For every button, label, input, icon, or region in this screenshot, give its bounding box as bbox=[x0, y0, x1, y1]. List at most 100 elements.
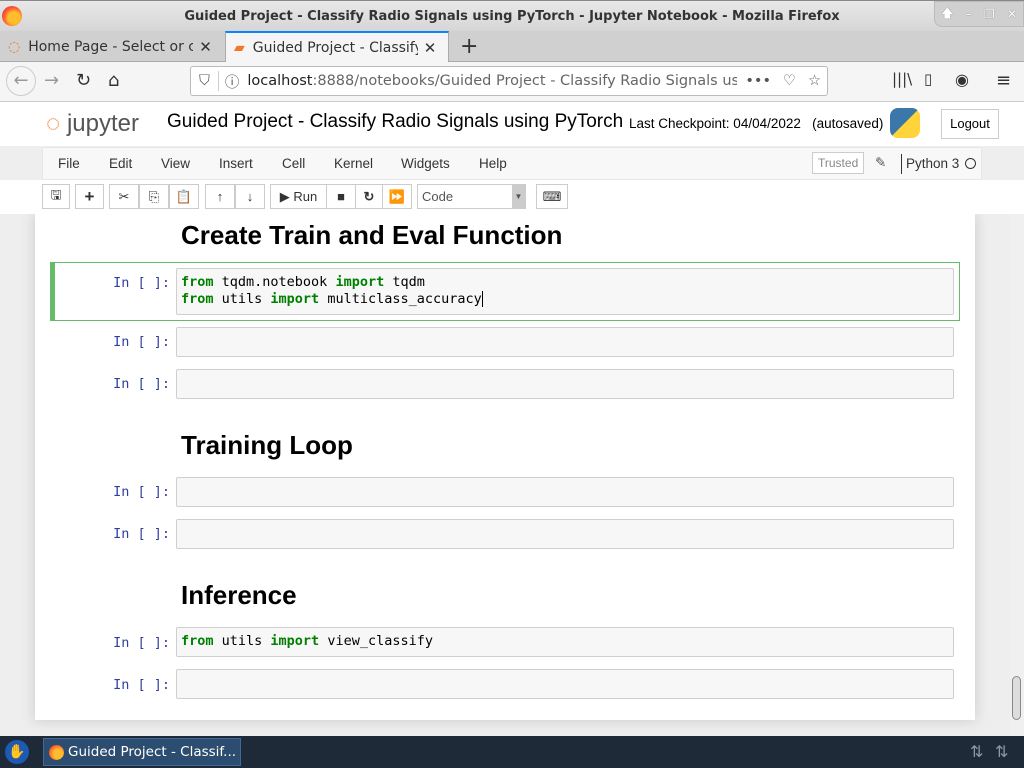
network-icon[interactable]: ⇅ bbox=[970, 742, 983, 761]
keyword: from bbox=[181, 633, 222, 649]
code-input[interactable] bbox=[176, 669, 954, 699]
code-token: utils bbox=[221, 633, 271, 649]
sidebar-icon[interactable]: ▯ bbox=[924, 70, 932, 88]
pocket-icon[interactable]: ♡ bbox=[783, 73, 796, 89]
notebook-tab-icon: ▰ bbox=[234, 40, 245, 56]
url-host: localhost bbox=[247, 73, 313, 89]
logout-button[interactable]: Logout bbox=[941, 109, 999, 139]
play-icon: ▶ bbox=[279, 188, 294, 204]
kernel-idle-icon bbox=[965, 158, 976, 169]
keyword: from bbox=[181, 291, 222, 307]
keyword: import bbox=[270, 633, 328, 649]
chevron-down-icon: ▼ bbox=[512, 185, 525, 208]
close-icon[interactable]: ✕ bbox=[1007, 7, 1017, 21]
scrollbar-thumb[interactable] bbox=[1012, 676, 1021, 720]
info-icon: ⓘ bbox=[224, 74, 240, 91]
trusted-badge[interactable]: Trusted bbox=[812, 152, 865, 174]
move-down-icon[interactable]: ↓ bbox=[235, 184, 265, 209]
raise-icon[interactable]: 🡅 bbox=[941, 4, 953, 25]
code-input[interactable]: from utils import view_classify bbox=[176, 627, 954, 657]
keyword: import bbox=[270, 291, 328, 307]
window-title: Guided Project - Classify Radio Signals … bbox=[184, 9, 840, 24]
heading-inference[interactable]: Inference bbox=[181, 580, 297, 611]
cell-prompt: In [ ]: bbox=[113, 677, 170, 693]
copy-icon[interactable]: ⎘ bbox=[139, 184, 169, 209]
code-input[interactable] bbox=[176, 477, 954, 507]
menu-kernel[interactable]: Kernel bbox=[334, 156, 373, 171]
code-line: from utils import view_classify bbox=[181, 633, 949, 650]
run-button[interactable]: ▶ Run bbox=[270, 184, 327, 209]
close-tab-icon[interactable]: ✕ bbox=[424, 39, 437, 57]
tab-home[interactable]: ◌ Home Page - Select or create a noteboo… bbox=[0, 31, 224, 62]
edit-pencil-icon[interactable]: ✎ bbox=[875, 155, 886, 171]
new-tab-button[interactable]: + bbox=[452, 31, 478, 62]
network-icon[interactable]: ⇅ bbox=[995, 742, 1008, 761]
restart-icon[interactable]: ↻ bbox=[355, 184, 383, 209]
code-input[interactable] bbox=[176, 369, 954, 399]
maximize-icon[interactable]: ❐ bbox=[984, 7, 995, 21]
code-input[interactable] bbox=[176, 327, 954, 357]
back-icon[interactable]: ← bbox=[6, 66, 36, 96]
shield-icon: ⛉ bbox=[199, 73, 210, 89]
library-icon[interactable]: |||\ bbox=[892, 70, 912, 88]
keyword: import bbox=[335, 274, 393, 290]
code-line: from tqdm.notebook import tqdm bbox=[181, 274, 949, 291]
code-token: tqdm bbox=[392, 274, 425, 290]
url-path: :8888/notebooks/Guided Project - Classif… bbox=[312, 73, 738, 89]
menu-view[interactable]: View bbox=[161, 156, 190, 171]
save-icon[interactable]: 🖫 bbox=[42, 184, 70, 209]
forward-icon[interactable]: → bbox=[44, 70, 59, 91]
tab-notebook[interactable]: ▰ Guided Project - Classify Radio Signal… bbox=[225, 31, 449, 63]
account-icon[interactable]: ◉ bbox=[955, 70, 969, 89]
menu-cell[interactable]: Cell bbox=[282, 156, 305, 171]
firefox-icon bbox=[49, 745, 64, 760]
taskbar: ✋ Guided Project - Classif... ⇅ ⇅ bbox=[0, 736, 1024, 768]
home-icon[interactable]: ⌂ bbox=[108, 70, 119, 91]
minimize-icon[interactable]: – bbox=[966, 7, 972, 21]
url-bar[interactable]: ⛉ ⓘ localhost:8888/notebooks/Guided Proj… bbox=[190, 66, 828, 96]
heading-training-loop[interactable]: Training Loop bbox=[181, 430, 353, 461]
notebook-toolbar: 🖫 + ✂ ⎘ 📋 ↑ ↓ ▶ Run ■ ↻ ⏩ Code ▼ ⌨ bbox=[0, 180, 1024, 214]
window-titlebar: Guided Project - Classify Radio Signals … bbox=[0, 0, 1024, 31]
reload-icon[interactable]: ↻ bbox=[76, 70, 91, 91]
cut-icon[interactable]: ✂ bbox=[109, 184, 139, 209]
close-tab-icon[interactable]: ✕ bbox=[199, 38, 212, 56]
cell-prompt: In [ ]: bbox=[113, 334, 170, 350]
code-input[interactable]: from tqdm.notebook import tqdm from utils… bbox=[176, 268, 954, 315]
tab-strip: ◌ Home Page - Select or create a noteboo… bbox=[0, 31, 1024, 63]
keyboard-icon[interactable]: ⌨ bbox=[536, 184, 568, 209]
insert-cell-icon[interactable]: + bbox=[75, 184, 104, 209]
menu-file[interactable]: File bbox=[58, 156, 80, 171]
bookmark-star-icon[interactable]: ☆ bbox=[808, 73, 821, 89]
jupyter-logo[interactable]: ◌ jupyter bbox=[46, 110, 139, 138]
start-menu-icon[interactable]: ✋ bbox=[5, 740, 29, 764]
code-token: multiclass_accuracy bbox=[327, 291, 482, 307]
jupyter-tab-icon: ◌ bbox=[8, 38, 21, 55]
notebook-title[interactable]: Guided Project - Classify Radio Signals … bbox=[167, 111, 623, 133]
stop-icon[interactable]: ■ bbox=[326, 184, 356, 209]
menu-edit[interactable]: Edit bbox=[109, 156, 132, 171]
fast-forward-icon[interactable]: ⏩ bbox=[382, 184, 412, 209]
cell-prompt: In [ ]: bbox=[113, 635, 170, 651]
jupyter-header: ◌ jupyter Guided Project - Classify Radi… bbox=[0, 102, 1024, 146]
page-actions-icon[interactable]: ••• bbox=[745, 73, 771, 89]
window-controls: 🡅 – ❐ ✕ bbox=[934, 1, 1024, 27]
paste-icon[interactable]: 📋 bbox=[169, 184, 199, 209]
taskbar-firefox-window[interactable]: Guided Project - Classif... bbox=[43, 738, 241, 766]
code-token: view_classify bbox=[327, 633, 433, 649]
notebook-area: Create Train and Eval Function In [ ]: f… bbox=[0, 214, 1010, 736]
keyword: from bbox=[181, 274, 222, 290]
code-line: from utils import multiclass_accuracy bbox=[181, 291, 949, 308]
cell-prompt: In [ ]: bbox=[113, 484, 170, 500]
menu-insert[interactable]: Insert bbox=[219, 156, 253, 171]
menu-help[interactable]: Help bbox=[479, 156, 507, 171]
kernel-name[interactable]: Python 3 bbox=[906, 156, 959, 171]
cell-type-select[interactable]: Code ▼ bbox=[417, 184, 526, 209]
code-input[interactable] bbox=[176, 519, 954, 549]
menu-icon[interactable]: ≡ bbox=[996, 70, 1011, 91]
page-scrollbar[interactable] bbox=[1010, 214, 1024, 736]
heading-create-train-eval[interactable]: Create Train and Eval Function bbox=[181, 220, 562, 251]
move-up-icon[interactable]: ↑ bbox=[205, 184, 235, 209]
python-logo-icon bbox=[890, 108, 920, 138]
menu-widgets[interactable]: Widgets bbox=[401, 156, 450, 171]
